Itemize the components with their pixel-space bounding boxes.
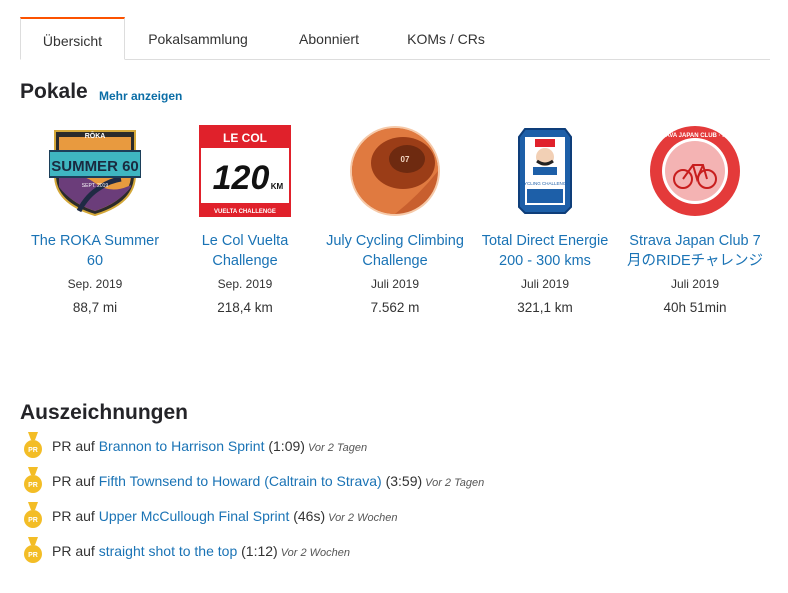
profile-tabs: Übersicht Pokalsammlung Abonniert KOMs /… [20, 17, 770, 60]
trophies-title: Pokale [20, 80, 88, 103]
trophy-date: Sep. 2019 [217, 277, 273, 291]
climbing-badge-icon[interactable]: 07 [349, 125, 441, 217]
svg-text:120: 120 [213, 159, 270, 197]
tab-trophy-case[interactable]: Pokalsammlung [128, 17, 268, 59]
award-ago: Vor 2 Tagen [425, 477, 485, 489]
svg-text:CYCLING CHALLENGE: CYCLING CHALLENGE [521, 181, 570, 186]
svg-text:VUELTA CHALLENGE: VUELTA CHALLENGE [214, 209, 276, 215]
svg-text:PR: PR [28, 552, 38, 559]
award-time: (1:12) [241, 543, 278, 559]
award-prefix: PR auf [52, 473, 95, 489]
awards-title: Auszeichnungen [20, 401, 189, 424]
trophy-name[interactable]: Total Direct Energie 200 - 300 kms [470, 231, 620, 271]
pr-medal-icon: PR [24, 502, 42, 528]
segment-link[interactable]: Fifth Townsend to Howard (Caltrain to St… [99, 473, 382, 489]
award-time: (3:59) [385, 473, 423, 489]
show-more-link[interactable]: Mehr anzeigen [99, 89, 182, 103]
award-prefix: PR auf [52, 543, 95, 559]
trophy-value: 40h 51min [663, 300, 727, 315]
trophy-item: STRAVA JAPAN CLUB · RIDE Strava Japan Cl… [620, 125, 770, 315]
svg-text:PR: PR [28, 482, 38, 489]
le-col-badge-icon[interactable]: LE COL 120 KM VUELTA CHALLENGE [199, 125, 291, 217]
svg-text:07: 07 [401, 155, 410, 164]
trophy-date: Juli 2019 [370, 277, 420, 291]
svg-text:RŌKA: RŌKA [85, 132, 106, 140]
total-direct-energie-badge-icon[interactable]: CYCLING CHALLENGE [499, 125, 591, 217]
award-prefix: PR auf [52, 508, 95, 524]
tab-overview[interactable]: Übersicht [20, 17, 125, 60]
trophy-name[interactable]: Le Col Vuelta Challenge [170, 231, 320, 271]
svg-text:STRAVA JAPAN CLUB · RIDE: STRAVA JAPAN CLUB · RIDE [653, 133, 736, 139]
trophy-item: 07 July Cycling Climbing Challenge Juli … [320, 125, 470, 315]
segment-link[interactable]: Upper McCullough Final Sprint [99, 508, 290, 524]
award-ago: Vor 2 Wochen [328, 512, 398, 524]
svg-text:SEPT. 2019: SEPT. 2019 [82, 183, 109, 189]
trophy-name[interactable]: July Cycling Climbing Challenge [320, 231, 470, 271]
trophy-item: LE COL 120 KM VUELTA CHALLENGE Le Col Vu… [170, 125, 320, 315]
svg-text:PR: PR [28, 447, 38, 454]
trophy-value: 7.562 m [370, 300, 420, 315]
svg-text:LE COL: LE COL [223, 131, 267, 145]
tab-koms[interactable]: KOMs / CRs [386, 17, 506, 59]
trophy-value: 88,7 mi [72, 300, 118, 315]
award-time: (1:09) [268, 438, 305, 454]
svg-text:SUMMER 60: SUMMER 60 [51, 158, 139, 175]
pr-medal-icon: PR [24, 432, 42, 458]
trophy-date: Juli 2019 [670, 277, 720, 291]
trophy-name[interactable]: Strava Japan Club 7月のRIDEチャレンジ [620, 231, 770, 271]
roka-badge-icon[interactable]: RŌKA SUMMER 60 SEPT. 2019 [48, 125, 142, 217]
segment-link[interactable]: Brannon to Harrison Sprint [99, 438, 265, 454]
trophy-value: 218,4 km [217, 300, 273, 315]
trophy-value: 321,1 km [517, 300, 573, 315]
trophy-date: Juli 2019 [520, 277, 570, 291]
trophy-name[interactable]: The ROKA Summer 60 [20, 231, 170, 271]
segment-link[interactable]: straight shot to the top [99, 543, 238, 559]
trophy-item: RŌKA SUMMER 60 SEPT. 2019 The ROKA Summe… [20, 125, 170, 315]
tab-following[interactable]: Abonniert [276, 17, 382, 59]
trophy-date: Sep. 2019 [67, 277, 123, 291]
svg-text:KM: KM [271, 182, 284, 191]
award-time: (46s) [293, 508, 326, 524]
trophy-item: CYCLING CHALLENGE Total Direct Energie 2… [470, 125, 620, 315]
pr-medal-icon: PR [24, 467, 42, 493]
pr-medal-icon: PR [24, 537, 42, 563]
award-prefix: PR auf [52, 438, 95, 454]
award-ago: Vor 2 Tagen [307, 442, 368, 454]
award-ago: Vor 2 Wochen [280, 547, 350, 559]
strava-japan-badge-icon[interactable]: STRAVA JAPAN CLUB · RIDE [649, 125, 741, 217]
svg-text:PR: PR [28, 517, 38, 524]
